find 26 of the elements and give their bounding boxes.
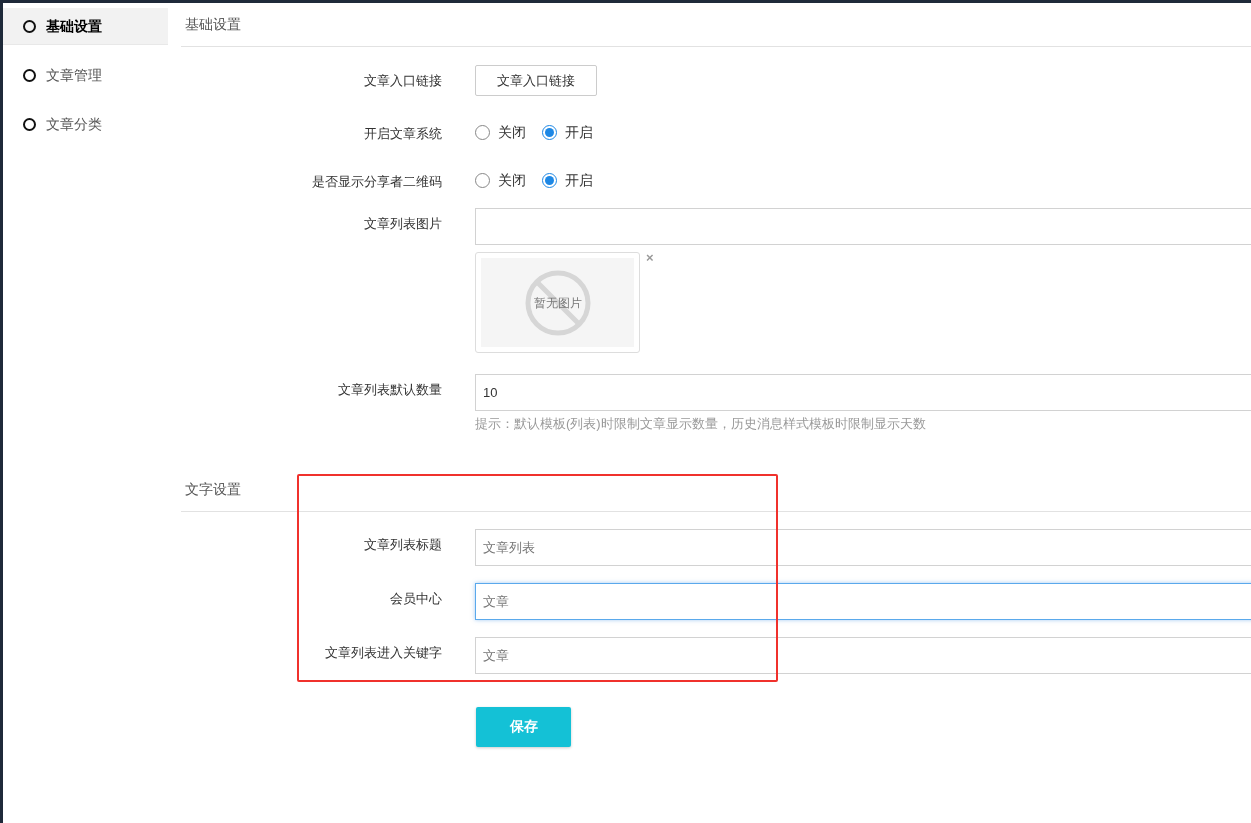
field-label: 开启文章系统 xyxy=(363,125,443,143)
radio-option[interactable]: 关闭 xyxy=(475,169,526,191)
radio-option[interactable]: 关闭 xyxy=(475,122,526,143)
field-label: 文章列表标题 xyxy=(363,535,443,554)
field-label: 文章列表默认数量 xyxy=(337,381,443,399)
no-image-icon xyxy=(524,269,591,336)
field-label: 文章列表进入关键字 xyxy=(324,643,443,662)
field-label: 文章入口链接 xyxy=(363,72,443,90)
sidebar-item[interactable]: 文章分类 xyxy=(3,106,168,143)
radio-option[interactable]: 开启 xyxy=(542,169,593,191)
image-placeholder-text: 暂无图片 xyxy=(533,294,582,312)
input-field[interactable]: 文章 xyxy=(475,636,1251,674)
sidebar-item[interactable]: 文章管理 xyxy=(3,57,168,94)
field-label: 文章列表图片 xyxy=(363,215,443,233)
input-field[interactable]: 文章列表 xyxy=(475,528,1251,566)
hint-text: 提示：默认模板(列表)时限制文章显示数量，历史消息样式模板时限制显示天数 xyxy=(475,415,927,433)
input-field[interactable] xyxy=(475,208,1251,245)
section-title: 基础设置 xyxy=(185,15,241,34)
field-label: 是否显示分享者二维码 xyxy=(311,172,443,191)
input-field[interactable]: 10 xyxy=(475,374,1251,411)
section-title: 文字设置 xyxy=(185,479,241,499)
input-field[interactable]: 文章 xyxy=(475,582,1251,620)
field-label: 会员中心 xyxy=(389,589,443,608)
radio-option[interactable]: 开启 xyxy=(542,122,593,143)
link-button[interactable]: 文章入口链接 xyxy=(475,65,597,96)
sidebar-item[interactable]: 基础设置 xyxy=(3,8,168,45)
